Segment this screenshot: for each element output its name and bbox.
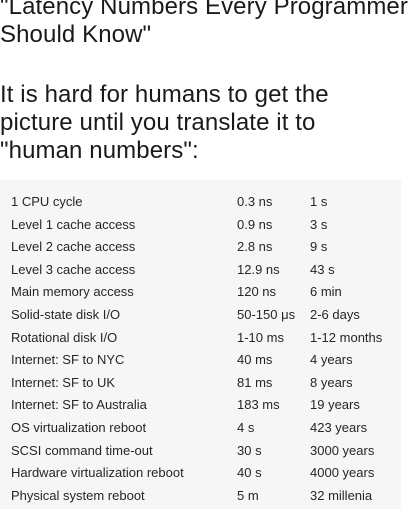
table-row: Solid-state disk I/O 50-150 μs 2-6 days (0, 304, 401, 327)
actual-latency-cell: 81 ms (237, 374, 273, 390)
actual-latency-cell: 4 s (237, 420, 255, 435)
table-row: Level 2 cache access 2.8 ns 9 s (0, 236, 401, 259)
human-scale-cell: 1 s (310, 194, 328, 209)
operation-name-cell: Level 1 cache access (11, 216, 136, 232)
table-row: Level 3 cache access 12.9 ns 43 s (0, 259, 401, 282)
actual-latency-cell: 1-10 ms (237, 329, 284, 345)
actual-latency-cell: 2.8 ns (237, 239, 273, 255)
actual-latency-cell: 12.9 ns (237, 261, 280, 277)
table-row: Level 1 cache access 0.9 ns 3 s (0, 214, 401, 237)
operation-name-cell: 1 CPU cycle (11, 194, 83, 209)
table-row: OS virtualization reboot 4 s 423 years (0, 417, 401, 440)
human-scale-cell: 4 years (310, 352, 353, 368)
operation-name-cell: Internet: SF to Australia (11, 397, 147, 413)
operation-name-cell: Solid-state disk I/O (11, 307, 121, 322)
table-row: Main memory access 120 ns 6 min (0, 281, 401, 304)
table-row: Internet: SF to Australia 183 ms 19 years (0, 394, 401, 417)
human-scale-cell: 1-12 months (310, 329, 383, 345)
human-scale-cell: 3 s (310, 216, 328, 232)
operation-name-cell: Internet: SF to UK (11, 374, 116, 390)
table-row: Internet: SF to NYC 40 ms 4 years (0, 349, 401, 372)
operation-name-cell: Level 2 cache access (11, 239, 136, 255)
human-scale-cell: 6 min (310, 284, 342, 300)
intro-text: It is hard for humans to get the picture… (0, 81, 329, 164)
operation-name-cell: Hardware virtualization reboot (11, 465, 184, 481)
operation-name-cell: SCSI command time-out (11, 442, 153, 458)
table-row: Hardware virtualization reboot 40 s 4000 y… (0, 462, 401, 485)
table-row: Physical system reboot 5 m 32 millenia (0, 485, 401, 508)
operation-name-cell: Level 3 cache access (11, 261, 136, 277)
human-scale-cell: 9 s (310, 239, 328, 255)
human-scale-cell: 423 years (310, 420, 368, 435)
operation-name-cell: OS virtualization reboot (11, 420, 147, 435)
table-row: Rotational disk I/O 1-10 ms 1-12 months (0, 327, 401, 350)
operation-name-cell: Internet: SF to NYC (11, 352, 125, 368)
latency-table: 1 CPU cycle 0.3 ns 1 s Level 1 cache access… (0, 180, 401, 509)
operation-name-cell: Main memory access (11, 284, 134, 300)
table-row: Internet: SF to UK 81 ms 8 years (0, 372, 401, 395)
human-scale-cell: 32 millenia (310, 487, 373, 503)
operation-name-cell: Rotational disk I/O (11, 329, 118, 345)
human-scale-cell: 8 years (310, 374, 353, 390)
page-title: "Latency Numbers Every Programmer Should… (0, 0, 408, 48)
table-row: 1 CPU cycle 0.3 ns 1 s (0, 191, 401, 214)
table-row: SCSI command time-out 30 s 3000 years (0, 440, 401, 463)
actual-latency-cell: 40 ms (237, 352, 273, 368)
operation-name-cell: Physical system reboot (11, 487, 145, 503)
human-scale-cell: 4000 years (310, 465, 375, 481)
actual-latency-cell: 0.3 ns (237, 194, 273, 209)
human-scale-cell: 19 years (310, 397, 360, 413)
actual-latency-cell: 5 m (237, 487, 259, 503)
human-scale-cell: 2-6 days (310, 307, 360, 322)
actual-latency-cell: 40 s (237, 465, 262, 481)
actual-latency-cell: 50-150 μs (237, 307, 296, 322)
human-scale-cell: 3000 years (310, 442, 375, 458)
actual-latency-cell: 120 ns (237, 284, 277, 300)
actual-latency-cell: 30 s (237, 442, 262, 458)
actual-latency-cell: 0.9 ns (237, 216, 273, 232)
actual-latency-cell: 183 ms (237, 397, 280, 413)
human-scale-cell: 43 s (310, 261, 335, 277)
